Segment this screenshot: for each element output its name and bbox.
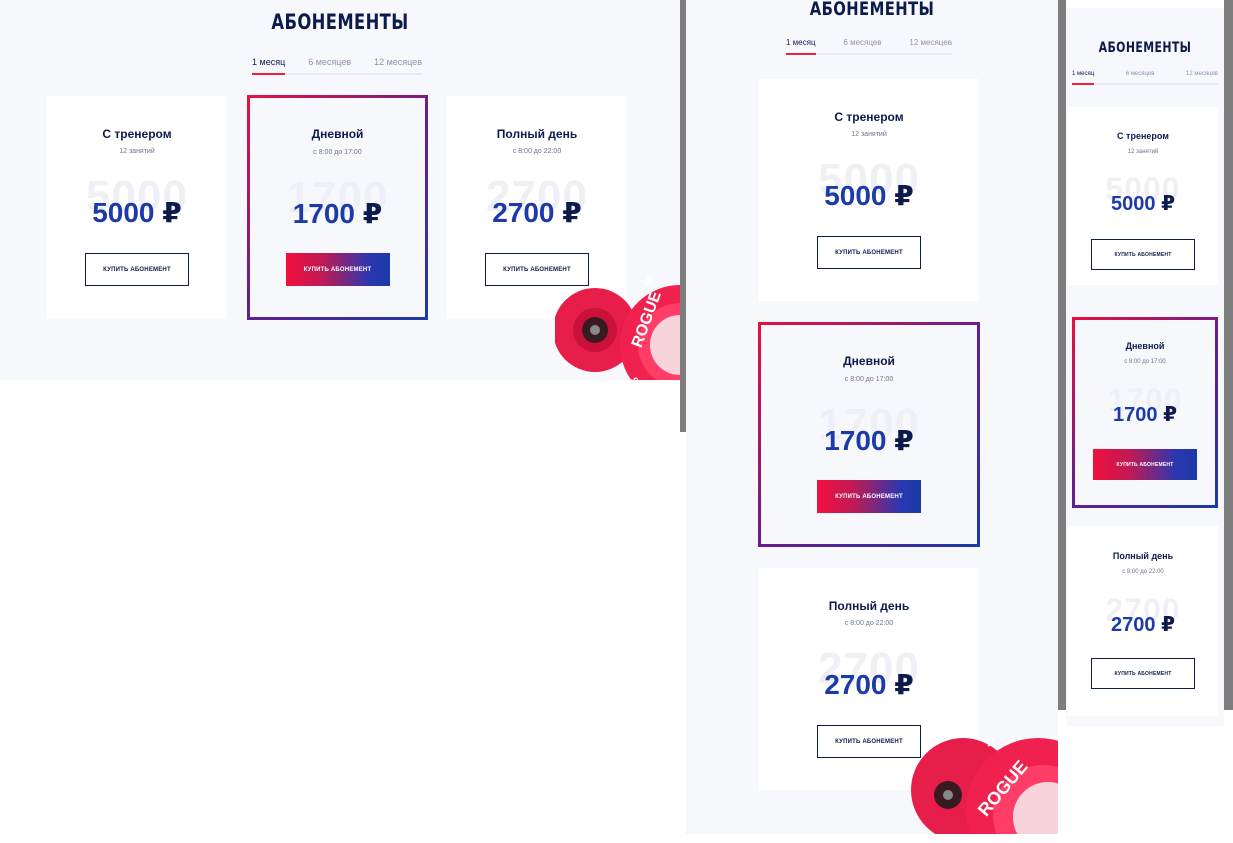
- tab-1-month[interactable]: 1 месяц: [252, 57, 286, 75]
- price-value: 2700: [492, 197, 555, 228]
- plan-price: 2700 ₽: [447, 196, 627, 229]
- currency-symbol: ₽: [562, 197, 582, 228]
- plan-card-trainer: С тренером 12 занятий 5000 5000 ₽ КУПИТЬ…: [759, 79, 979, 301]
- section-title: АБОНЕМЕНТЫ: [1098, 40, 1192, 56]
- currency-symbol: ₽: [162, 197, 182, 228]
- currency-symbol: ₽: [894, 180, 914, 211]
- weight-plates-image: ROGUE 35: [911, 735, 1058, 834]
- buy-subscription-button[interactable]: КУПИТЬ АБОНЕМЕНТ: [285, 253, 390, 286]
- artboard-divider: [1224, 0, 1233, 710]
- buy-subscription-button[interactable]: КУПИТЬ АБОНЕМЕНТ: [817, 480, 921, 513]
- currency-symbol: ₽: [1161, 614, 1175, 636]
- plan-name: С тренером: [102, 127, 172, 141]
- plan-detail: с 8:00 до 17:00: [844, 376, 894, 383]
- section-title: АБОНЕМЕНТЫ: [809, 0, 935, 20]
- buy-subscription-button[interactable]: КУПИТЬ АБОНЕМЕНТ: [1091, 239, 1195, 270]
- buy-subscription-button[interactable]: КУПИТЬ АБОНЕМЕНТ: [817, 236, 921, 269]
- tab-12-months[interactable]: 12 месяцев: [374, 57, 422, 73]
- plan-detail: с 8:00 до 22:00: [844, 620, 894, 627]
- plan-price: 5000 ₽: [1068, 191, 1218, 216]
- plan-price: 5000 ₽: [47, 196, 227, 229]
- plan-name: С тренером: [834, 110, 904, 124]
- plan-detail: 12 занятий: [119, 148, 155, 155]
- price-value: 1700: [1113, 404, 1158, 426]
- tab-6-months[interactable]: 6 месяцев: [308, 57, 351, 73]
- plan-name: Дневной: [1125, 341, 1165, 351]
- price-value: 2700: [824, 669, 887, 700]
- tab-12-months[interactable]: 12 месяцев: [909, 38, 952, 53]
- section-title: АБОНЕМЕНТЫ: [271, 10, 409, 34]
- price-value: 2700: [1111, 614, 1156, 636]
- currency-symbol: ₽: [1163, 404, 1177, 426]
- plan-price: 5000 ₽: [759, 179, 979, 212]
- plan-price: 2700 ₽: [759, 668, 979, 701]
- plate-weight-text: 35: [640, 275, 654, 289]
- plan-detail: 12 занятий: [851, 131, 887, 138]
- tab-1-month[interactable]: 1 месяц: [1072, 71, 1095, 85]
- plan-price: 1700 ₽: [1075, 402, 1215, 427]
- plan-name: Полный день: [1112, 551, 1174, 561]
- desktop-artboard: АБОНЕМЕНТЫ 1 месяц 6 месяцев 12 месяцев …: [0, 0, 680, 380]
- plan-detail: с 8:00 до 22:00: [1122, 569, 1164, 575]
- currency-symbol: ₽: [1161, 193, 1175, 215]
- plan-detail: 12 занятий: [1127, 149, 1159, 155]
- plan-card-day: Дневной с 8:00 до 17:00 1700 1700 ₽ КУПИ…: [1072, 317, 1218, 508]
- plan-detail: с 8:00 до 17:00: [1124, 359, 1166, 365]
- plan-name: С тренером: [1117, 131, 1169, 141]
- period-tabs: 1 месяц 6 месяцев 12 месяцев: [252, 57, 422, 75]
- tab-1-month[interactable]: 1 месяц: [786, 38, 816, 55]
- plan-card-day: Дневной с 8:00 до 17:00 1700 1700 ₽ КУПИ…: [247, 95, 428, 320]
- plan-card-trainer: С тренером 12 занятий 5000 5000 ₽ КУПИТЬ…: [47, 96, 227, 319]
- price-value: 1700: [824, 425, 887, 456]
- plan-price: 1700 ₽: [250, 197, 425, 230]
- plan-card-full-day: Полный день с 8:00 до 22:00 2700 2700 ₽ …: [1068, 526, 1218, 716]
- period-tabs: 1 месяц 6 месяцев 12 месяцев: [786, 38, 952, 55]
- price-value: 5000: [1111, 193, 1156, 215]
- buy-subscription-button[interactable]: КУПИТЬ АБОНЕМЕНТ: [817, 725, 921, 758]
- plan-price: 1700 ₽: [761, 424, 977, 457]
- plan-card-trainer: С тренером 12 занятий 5000 5000 ₽ КУПИТЬ…: [1068, 107, 1218, 285]
- plan-detail: с 8:00 до 17:00: [313, 149, 362, 156]
- tab-12-months[interactable]: 12 месяцев: [1186, 71, 1218, 83]
- plan-name: Дневной: [843, 354, 895, 368]
- price-value: 5000: [824, 180, 887, 211]
- weight-plates-image: ROGUE 35 35: [555, 275, 680, 380]
- buy-subscription-button[interactable]: КУПИТЬ АБОНЕМЕНТ: [1093, 449, 1197, 480]
- buy-subscription-button[interactable]: КУПИТЬ АБОНЕМЕНТ: [1091, 658, 1195, 689]
- mobile-artboard: АБОНЕМЕНТЫ 1 месяц 6 месяцев 12 месяцев …: [1066, 8, 1224, 726]
- period-tabs: 1 месяц 6 месяцев 12 месяцев: [1072, 71, 1218, 85]
- plan-name: Полный день: [828, 599, 910, 613]
- buy-subscription-button[interactable]: КУПИТЬ АБОНЕМЕНТ: [85, 253, 189, 286]
- currency-symbol: ₽: [894, 669, 914, 700]
- currency-symbol: ₽: [362, 198, 383, 229]
- price-value: 5000: [92, 197, 155, 228]
- plan-price: 2700 ₽: [1068, 612, 1218, 637]
- plan-name: Дневной: [311, 127, 364, 141]
- tablet-artboard: АБОНЕМЕНТЫ 1 месяц 6 месяцев 12 месяцев …: [686, 0, 1058, 834]
- currency-symbol: ₽: [894, 425, 914, 456]
- plan-card-day: Дневной с 8:00 до 17:00 1700 1700 ₽ КУПИ…: [758, 322, 980, 547]
- artboard-divider: [1058, 0, 1066, 710]
- tab-6-months[interactable]: 6 месяцев: [1126, 71, 1155, 83]
- plan-name: Полный день: [496, 127, 578, 141]
- price-value: 1700: [292, 198, 356, 229]
- plan-detail: с 8:00 до 22:00: [512, 148, 562, 155]
- tab-6-months[interactable]: 6 месяцев: [843, 38, 881, 53]
